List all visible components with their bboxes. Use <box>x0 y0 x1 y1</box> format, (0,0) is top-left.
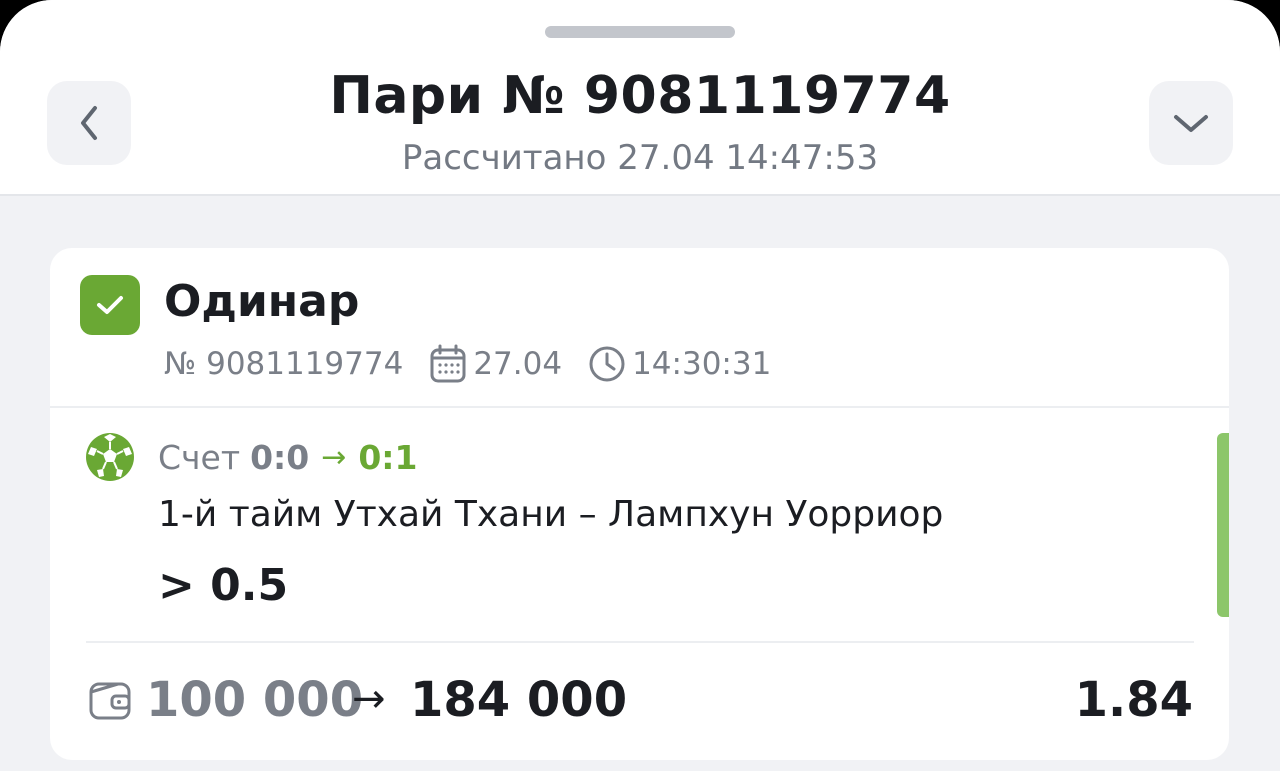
status-badge <box>80 275 140 335</box>
page-title: Пари № 9081119774 <box>329 66 951 126</box>
bet-date: 27.04 <box>473 346 563 382</box>
score-to: 0:1 <box>358 438 418 477</box>
payout-amount: 184 000 <box>410 672 628 728</box>
sheet-grabber[interactable] <box>545 26 735 38</box>
bet-type: Одинар <box>164 276 360 327</box>
bet-time: 14:30:31 <box>632 346 772 382</box>
collapse-button[interactable] <box>1149 81 1233 165</box>
event-name[interactable]: 1-й тайм Утхай Тхани – Лампхун Уорриор <box>158 494 943 535</box>
divider <box>50 406 1229 408</box>
bet-number: № 9081119774 <box>164 346 404 382</box>
bet-card: Одинар № 9081119774 27.04 14:30:31 Счет … <box>50 248 1229 760</box>
score-line: Счет 0:0 → 0:1 <box>158 438 417 477</box>
arrow-right-icon: → <box>352 676 386 722</box>
wallet-icon <box>89 682 131 720</box>
bet-details-sheet: Пари № 9081119774 Рассчитано 27.04 14:47… <box>0 0 1280 771</box>
win-indicator-bar <box>1217 433 1229 617</box>
check-icon <box>97 296 123 314</box>
settled-timestamp: Рассчитано 27.04 14:47:53 <box>401 138 879 178</box>
divider <box>86 641 1194 643</box>
soccer-ball-icon <box>86 433 134 481</box>
odds-value: 1.84 <box>1074 672 1193 728</box>
score-label: Счет <box>158 438 241 477</box>
chevron-down-icon <box>1174 115 1208 132</box>
arrow-right-icon: → <box>321 440 347 475</box>
stake-amount: 100 000 <box>146 672 364 728</box>
bet-meta: № 9081119774 27.04 14:30:31 <box>164 344 797 384</box>
calendar-icon <box>430 344 466 383</box>
bet-outcome: > 0.5 <box>158 560 289 611</box>
score-from: 0:0 <box>250 438 310 477</box>
sheet-header: Пари № 9081119774 Рассчитано 27.04 14:47… <box>0 0 1280 196</box>
clock-icon <box>589 346 625 382</box>
